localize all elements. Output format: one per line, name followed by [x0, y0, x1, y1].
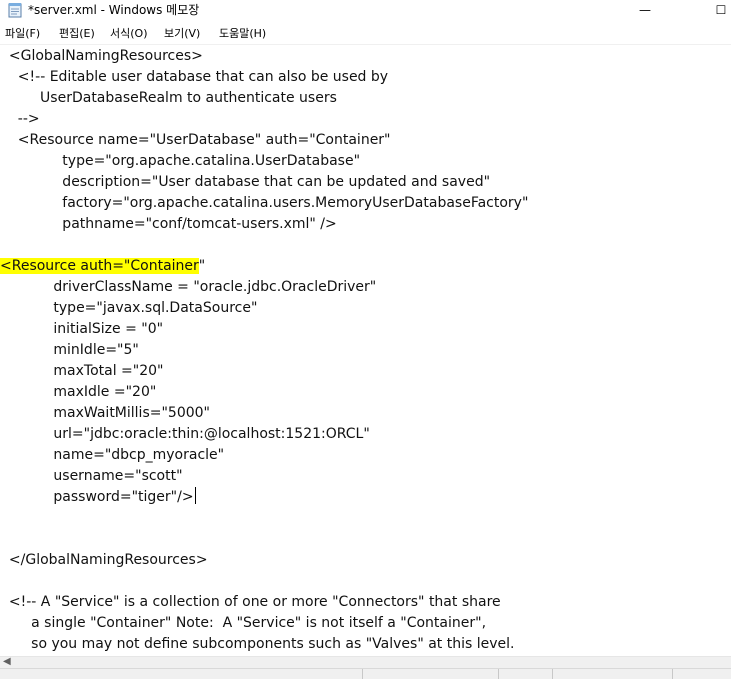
code-line: pathname="conf/tomcat-users.xml" />: [0, 216, 337, 232]
status-bar: [0, 668, 731, 679]
title-bar[interactable]: *server.xml - Windows 메모장 — ☐: [0, 0, 731, 22]
code-line: type="org.apache.catalina.UserDatabase": [0, 153, 361, 169]
code-line: maxTotal ="20": [0, 363, 164, 379]
text-caret: [194, 487, 196, 504]
code-line: <!-- A "Service" is a collection of one …: [0, 594, 501, 610]
code-line: username="scott": [0, 468, 183, 484]
code-line: description="User database that can be u…: [0, 174, 491, 190]
code-line: url="jdbc:oracle:thin:@localhost:1521:OR…: [0, 426, 370, 442]
code-line: maxWaitMillis="5000": [0, 405, 210, 421]
code-text: ": [198, 258, 206, 274]
code-line: type="javax.sql.DataSource": [0, 300, 258, 316]
menu-format[interactable]: 서식(O): [110, 27, 147, 41]
code-line: name="dbcp_myoracle": [0, 447, 225, 463]
code-line-highlighted: <Resource auth="Container": [0, 256, 205, 277]
code-line: maxIdle ="20": [0, 384, 157, 400]
code-line: </GlobalNamingResources>: [0, 552, 208, 568]
maximize-button[interactable]: ☐: [706, 0, 731, 22]
code-line: initialSize = "0": [0, 321, 164, 337]
code-line: <GlobalNamingResources>: [0, 48, 203, 64]
text-editor[interactable]: <GlobalNamingResources> <!-- Editable us…: [0, 44, 731, 657]
menu-view[interactable]: 보기(V): [164, 27, 200, 41]
menu-bar: 파일(F) 편집(E) 서식(O) 보기(V) 도움말(H): [0, 24, 731, 44]
minimize-button[interactable]: —: [630, 0, 660, 22]
code-line: a single "Container" Note: A "Service" i…: [0, 615, 487, 631]
code-text: password="tiger"/>: [0, 489, 194, 505]
code-line: <Resource name="UserDatabase" auth="Cont…: [0, 132, 391, 148]
code-line: UserDatabaseRealm to authenticate users: [0, 90, 337, 106]
code-line: factory="org.apache.catalina.users.Memor…: [0, 195, 529, 211]
search-highlight: <Resource auth="Container: [0, 258, 199, 274]
code-line: driverClassName = "oracle.jdbc.OracleDri…: [0, 279, 377, 295]
menu-file[interactable]: 파일(F): [5, 27, 40, 41]
scroll-left-icon[interactable]: ◀: [3, 656, 11, 668]
code-line: <!-- Editable user database that can als…: [0, 69, 389, 85]
code-line: minIdle="5": [0, 342, 139, 358]
window-title: *server.xml - Windows 메모장: [28, 3, 200, 17]
menu-edit[interactable]: 편집(E): [59, 27, 95, 41]
code-line-with-caret: password="tiger"/>: [0, 487, 196, 508]
code-line: -->: [0, 111, 40, 127]
notepad-icon: [8, 2, 22, 18]
code-line: so you may not define subcomponents such…: [0, 636, 515, 652]
menu-help[interactable]: 도움말(H): [219, 27, 266, 41]
